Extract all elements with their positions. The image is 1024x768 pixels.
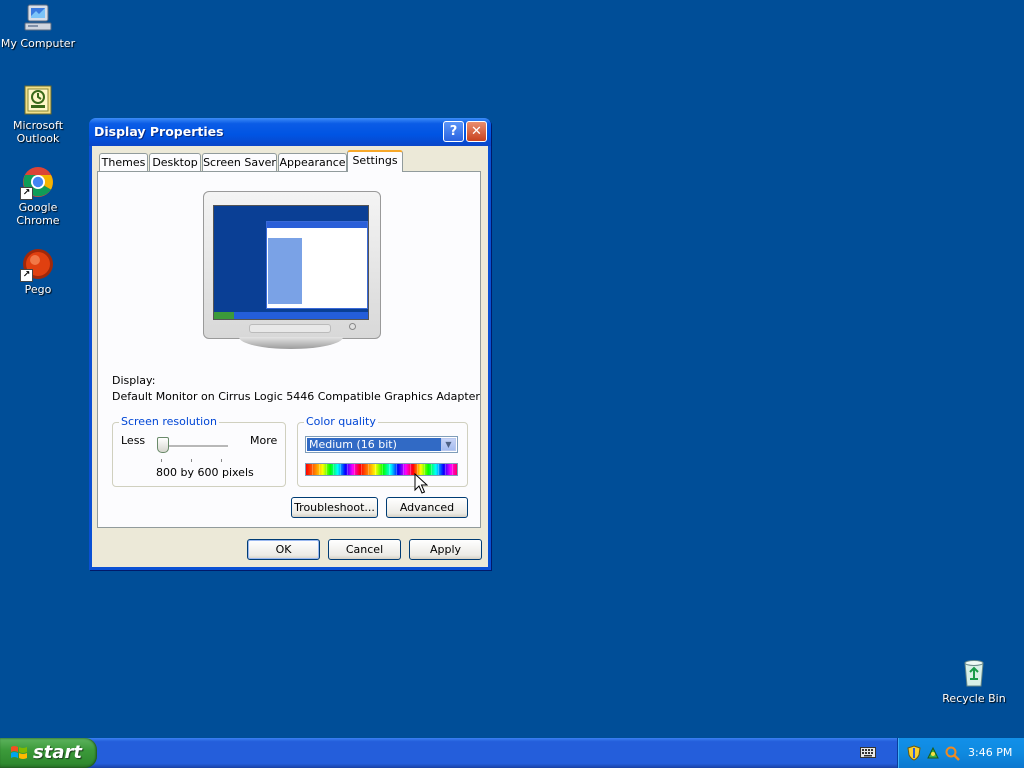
tab-label: Desktop bbox=[152, 156, 198, 169]
chevron-down-icon[interactable]: ▼ bbox=[441, 438, 456, 451]
apply-button[interactable]: Apply bbox=[409, 539, 482, 560]
tab-label: Settings bbox=[352, 154, 398, 167]
color-quality-group: Color quality Medium (16 bit) ▼ bbox=[297, 415, 468, 487]
tab-appearance[interactable]: Appearance bbox=[278, 153, 347, 171]
monitor-preview-screen bbox=[213, 205, 369, 320]
search-icon[interactable] bbox=[944, 745, 960, 761]
resolution-slider-track[interactable] bbox=[160, 445, 228, 448]
desktop-icon-label: Google Chrome bbox=[16, 201, 60, 227]
power-led-icon bbox=[349, 323, 356, 330]
close-button[interactable]: ✕ bbox=[466, 121, 487, 142]
slider-more-label: More bbox=[250, 434, 278, 447]
windows-flag-icon bbox=[11, 746, 27, 759]
mouse-cursor-icon bbox=[414, 473, 428, 494]
tab-label: Screen Saver bbox=[203, 156, 276, 169]
recycle-bin-icon bbox=[958, 657, 990, 689]
cancel-button[interactable]: Cancel bbox=[328, 539, 401, 560]
display-label: Display: bbox=[112, 374, 156, 387]
color-spectrum-preview bbox=[305, 463, 458, 476]
resolution-slider-thumb[interactable] bbox=[157, 437, 169, 453]
ok-button[interactable]: OK bbox=[247, 539, 320, 560]
resolution-value: 800 by 600 pixels bbox=[156, 466, 254, 479]
preview-window-thumbnail bbox=[266, 221, 368, 309]
window-title: Display Properties bbox=[94, 124, 224, 139]
tab-themes[interactable]: Themes bbox=[99, 153, 148, 171]
screen-resolution-group: Screen resolution Less More 800 by 600 p… bbox=[112, 415, 286, 487]
tab-label: Themes bbox=[101, 156, 146, 169]
desktop-icon-label: Recycle Bin bbox=[942, 692, 1006, 705]
slider-less-label: Less bbox=[121, 434, 146, 447]
taskbar: start 3:46 PM bbox=[0, 738, 1024, 768]
shortcut-arrow-icon: ↗ bbox=[20, 187, 33, 200]
system-tray: 3:46 PM bbox=[897, 738, 1024, 768]
keyboard-language-icon[interactable] bbox=[860, 747, 876, 758]
tab-settings[interactable]: Settings bbox=[347, 150, 403, 172]
slider-tick bbox=[161, 459, 162, 462]
color-quality-legend: Color quality bbox=[304, 415, 378, 428]
screen-resolution-legend: Screen resolution bbox=[119, 415, 219, 428]
taskbar-clock[interactable]: 3:46 PM bbox=[968, 746, 1012, 759]
desktop-icon-google-chrome[interactable]: ↗ Google Chrome bbox=[0, 166, 76, 227]
security-shield-icon[interactable] bbox=[906, 745, 922, 761]
outlook-icon bbox=[22, 84, 54, 116]
pego-icon: ↗ bbox=[20, 248, 54, 282]
slider-tick bbox=[191, 459, 192, 462]
shortcut-arrow-icon: ↗ bbox=[20, 269, 33, 282]
color-quality-selected-value: Medium (16 bit) bbox=[307, 438, 441, 451]
tab-desktop[interactable]: Desktop bbox=[149, 153, 201, 171]
window-titlebar[interactable]: Display Properties ? ✕ bbox=[89, 118, 491, 146]
tab-screen-saver[interactable]: Screen Saver bbox=[202, 153, 277, 171]
advanced-button[interactable]: Advanced bbox=[386, 497, 468, 518]
desktop-icon-label: My Computer bbox=[0, 37, 76, 50]
network-icon[interactable] bbox=[925, 745, 941, 761]
desktop-icon-my-computer[interactable]: My Computer bbox=[0, 2, 76, 50]
troubleshoot-button[interactable]: Troubleshoot... bbox=[291, 497, 378, 518]
desktop-icon-microsoft-outlook[interactable]: Microsoft Outlook bbox=[0, 84, 76, 145]
monitor-preview bbox=[203, 191, 381, 339]
display-device-name: Default Monitor on Cirrus Logic 5446 Com… bbox=[112, 390, 480, 403]
start-button[interactable]: start bbox=[0, 738, 97, 768]
slider-tick bbox=[221, 459, 222, 462]
color-quality-select[interactable]: Medium (16 bit) ▼ bbox=[305, 436, 458, 453]
desktop-icon-label: Microsoft Outlook bbox=[12, 119, 64, 145]
monitor-stand bbox=[239, 337, 343, 349]
desktop-icon-recycle-bin[interactable]: Recycle Bin bbox=[936, 657, 1012, 705]
help-button[interactable]: ? bbox=[443, 121, 464, 142]
start-label: start bbox=[33, 742, 82, 763]
chrome-icon: ↗ bbox=[20, 166, 54, 200]
desktop-icon-pego[interactable]: ↗ Pego bbox=[0, 248, 76, 296]
my-computer-icon bbox=[22, 2, 54, 34]
desktop-icon-label: Pego bbox=[24, 283, 52, 296]
monitor-bezel bbox=[249, 324, 331, 333]
display-properties-window: Display Properties ? ✕ Themes Desktop Sc… bbox=[89, 118, 491, 570]
tab-label: Appearance bbox=[279, 156, 346, 169]
dialog-client-area: Themes Desktop Screen Saver Appearance S… bbox=[92, 146, 488, 567]
